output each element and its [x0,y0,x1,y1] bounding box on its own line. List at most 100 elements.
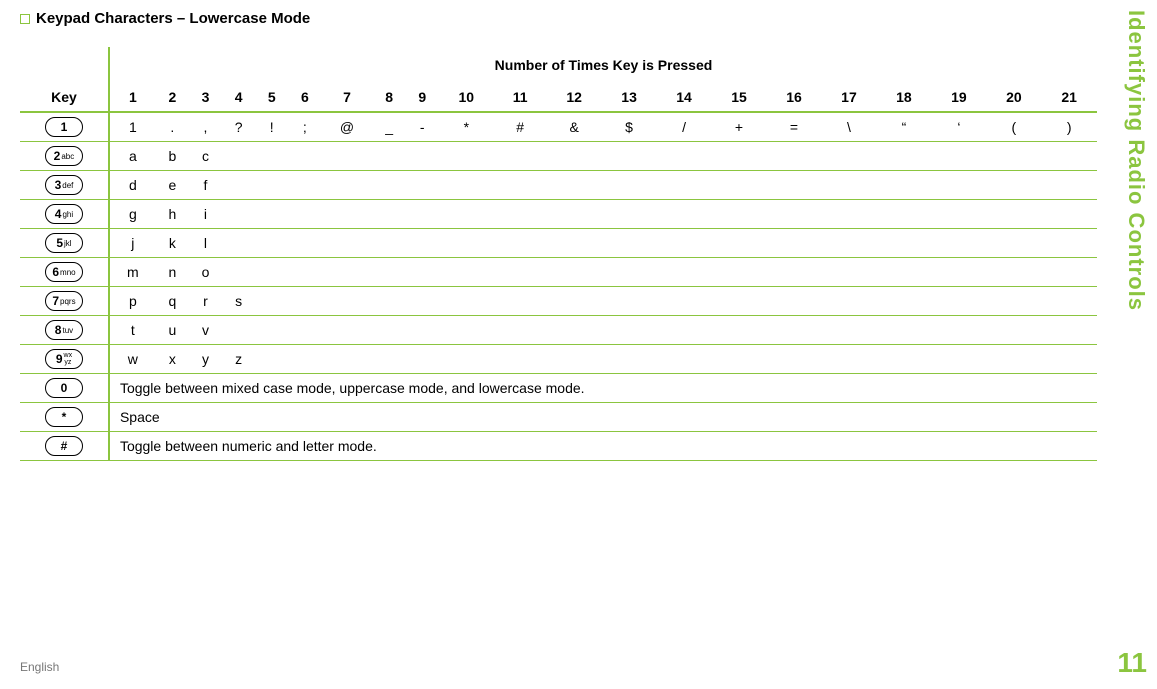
char-cell [931,287,986,316]
keypad-table: Number of Times Key is Pressed Key 12345… [20,47,1097,461]
keypad-key-icon: 6mno [45,262,83,282]
char-cell [767,287,822,316]
char-cell [494,200,547,229]
table-row: 7pqrspqrs [20,287,1097,316]
char-cell [712,316,767,345]
char-cell [1041,229,1097,258]
description-cell: Toggle between numeric and letter mode. [109,432,1097,461]
char-cell [876,200,931,229]
char-cell [439,345,494,374]
char-cell [373,316,406,345]
char-cell [288,316,321,345]
char-cell [876,316,931,345]
description-cell: Toggle between mixed case mode, uppercas… [109,374,1097,403]
char-cell [767,258,822,287]
char-cell: u [156,316,189,345]
char-cell [222,229,255,258]
char-cell: ; [288,112,321,142]
key-cell: * [20,403,109,432]
key-cell: 0 [20,374,109,403]
char-cell [767,142,822,171]
char-cell [1041,316,1097,345]
char-cell [602,316,657,345]
char-cell [602,258,657,287]
char-cell [1041,200,1097,229]
char-cell [1041,142,1097,171]
char-cell [821,229,876,258]
char-cell [986,287,1041,316]
char-cell: i [189,200,222,229]
char-cell: t [109,316,156,345]
char-cell [986,258,1041,287]
char-cell [876,258,931,287]
char-cell: & [547,112,602,142]
char-cell: , [189,112,222,142]
char-cell [931,200,986,229]
table-row: # Toggle between numeric and letter mode. [20,432,1097,461]
char-cell: z [222,345,255,374]
column-header: 2 [156,83,189,112]
char-cell [373,229,406,258]
column-header: 18 [876,83,931,112]
page-content: Keypad Characters – Lowercase Mode Numbe… [0,0,1157,471]
table-row: 4ghighi [20,200,1097,229]
keypad-key-icon: 5jkl [45,233,83,253]
char-cell [712,229,767,258]
column-header: 9 [406,83,439,112]
char-cell [494,287,547,316]
table-row: 6mnomno [20,258,1097,287]
key-cell: 6mno [20,258,109,287]
char-cell [657,142,712,171]
char-cell: s [222,287,255,316]
table-row: 8tuvtuv [20,316,1097,345]
char-cell [1041,258,1097,287]
char-cell [602,171,657,200]
column-header: 17 [821,83,876,112]
char-cell: d [109,171,156,200]
char-cell [321,316,372,345]
key-cell: 8tuv [20,316,109,345]
char-cell [931,171,986,200]
char-cell: ? [222,112,255,142]
keypad-key-icon: # [45,436,83,456]
char-cell: = [767,112,822,142]
keypad-key-icon: 9wxyz [45,349,83,369]
char-cell [494,345,547,374]
char-cell [255,229,288,258]
key-cell: 9wxyz [20,345,109,374]
char-cell [547,200,602,229]
char-cell [657,287,712,316]
char-cell [439,171,494,200]
char-cell [373,200,406,229]
char-cell [931,142,986,171]
char-cell [876,142,931,171]
char-cell [712,200,767,229]
char-cell: m [109,258,156,287]
char-cell [602,142,657,171]
char-cell [602,287,657,316]
keypad-key-icon: * [45,407,83,427]
keypad-key-icon: 2abc [45,146,83,166]
char-cell: x [156,345,189,374]
char-cell [931,258,986,287]
char-cell [406,345,439,374]
char-cell [439,229,494,258]
char-cell: r [189,287,222,316]
section-marker-icon [20,14,30,24]
char-cell [373,345,406,374]
keypad-key-icon: 1 [45,117,83,137]
key-cell: 2abc [20,142,109,171]
char-cell [657,316,712,345]
char-cell [767,229,822,258]
char-cell: p [109,287,156,316]
column-header: 21 [1041,83,1097,112]
char-cell: w [109,345,156,374]
char-cell [288,345,321,374]
char-cell [406,171,439,200]
char-cell: * [439,112,494,142]
char-cell [255,171,288,200]
header-key: Key [20,83,109,112]
char-cell [255,200,288,229]
column-header: 4 [222,83,255,112]
char-cell [222,200,255,229]
